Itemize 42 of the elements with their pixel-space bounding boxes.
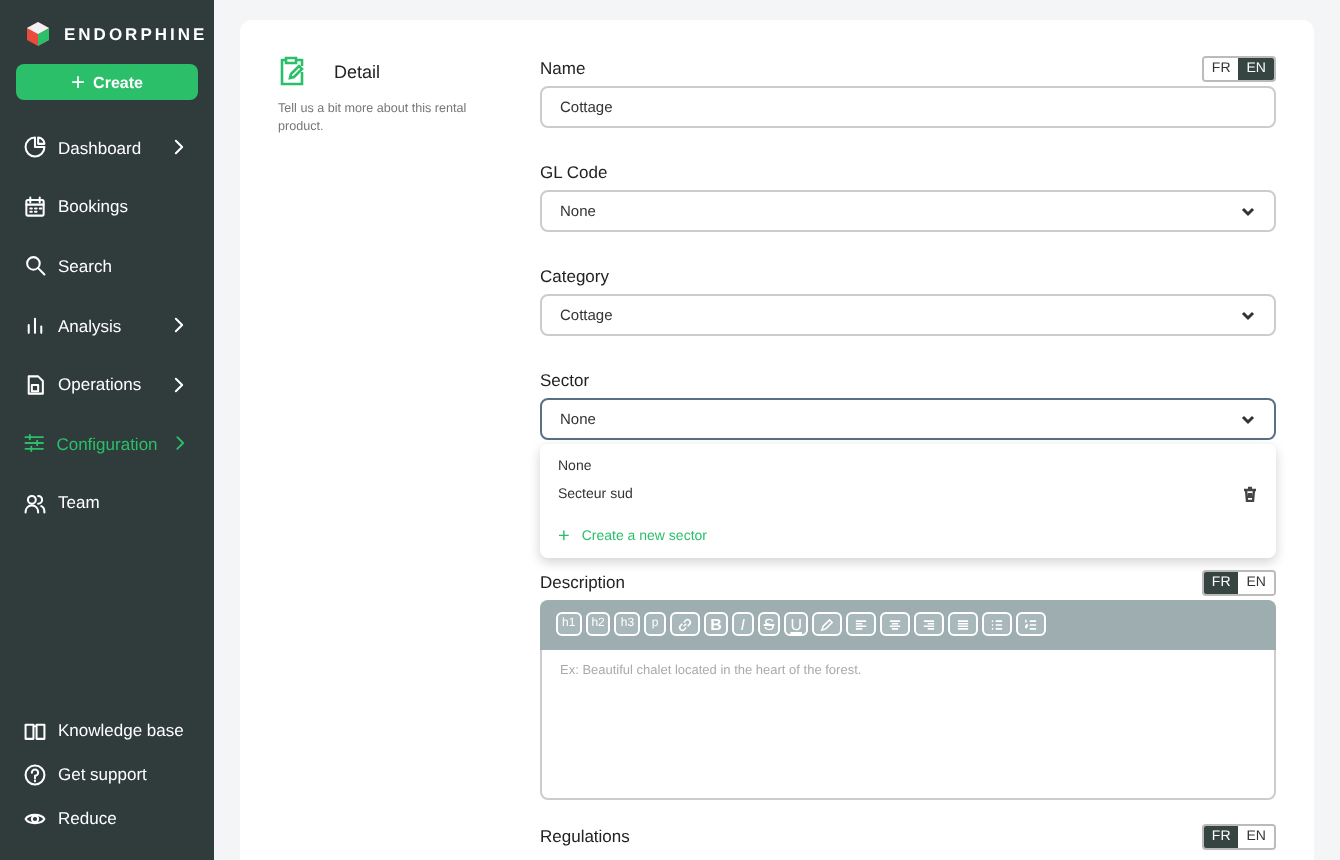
trash-icon[interactable] [1242,486,1258,502]
nav-item[interactable]: Knowledge base [16,708,198,752]
sliders-icon [24,432,45,455]
field-label: Category [540,266,609,286]
field-label: Regulations [540,826,630,846]
bars-icon [24,314,46,337]
nav-item[interactable]: Configuration [16,413,198,474]
chevron-down-icon [1240,307,1256,323]
list-icon[interactable] [981,612,1012,636]
logo-icon [24,20,52,48]
nav-item[interactable]: Team [16,473,198,533]
search-icon [24,254,46,277]
field-label: Name [540,58,586,78]
people-icon [24,491,46,514]
pen-icon[interactable] [811,612,842,636]
chevron-down-icon [1240,411,1256,427]
nav-item[interactable]: Analysis [16,295,198,355]
nav-item[interactable]: Reduce [16,796,198,840]
doc-icon [24,373,46,396]
chevron-down-icon [1240,203,1256,219]
align-center-icon[interactable] [879,612,910,636]
align-left-icon[interactable] [845,612,876,636]
help-icon [24,763,46,785]
link-icon[interactable] [670,612,701,636]
justify-icon[interactable] [947,612,978,636]
clipboard-pen-icon [278,56,306,86]
brand-name: ENDORPHINE [64,24,208,44]
nav-item[interactable]: Bookings [16,177,198,237]
nav-item[interactable]: Search [16,236,198,296]
calendar-icon [24,195,46,218]
align-right-icon[interactable] [913,612,944,636]
field-label: Sector [540,370,590,390]
nav-item[interactable]: Get support [16,752,198,796]
pie-icon [24,136,46,159]
field-label: GL Code [540,162,608,182]
numbered-list-icon[interactable] [1015,612,1046,636]
nav-item[interactable]: Dashboard [16,118,198,178]
book-icon [24,719,46,741]
field-label: Description [540,572,626,592]
nav-item[interactable]: Operations [16,354,198,414]
plus-icon: + [558,525,570,547]
section-title: Detail [334,61,381,81]
